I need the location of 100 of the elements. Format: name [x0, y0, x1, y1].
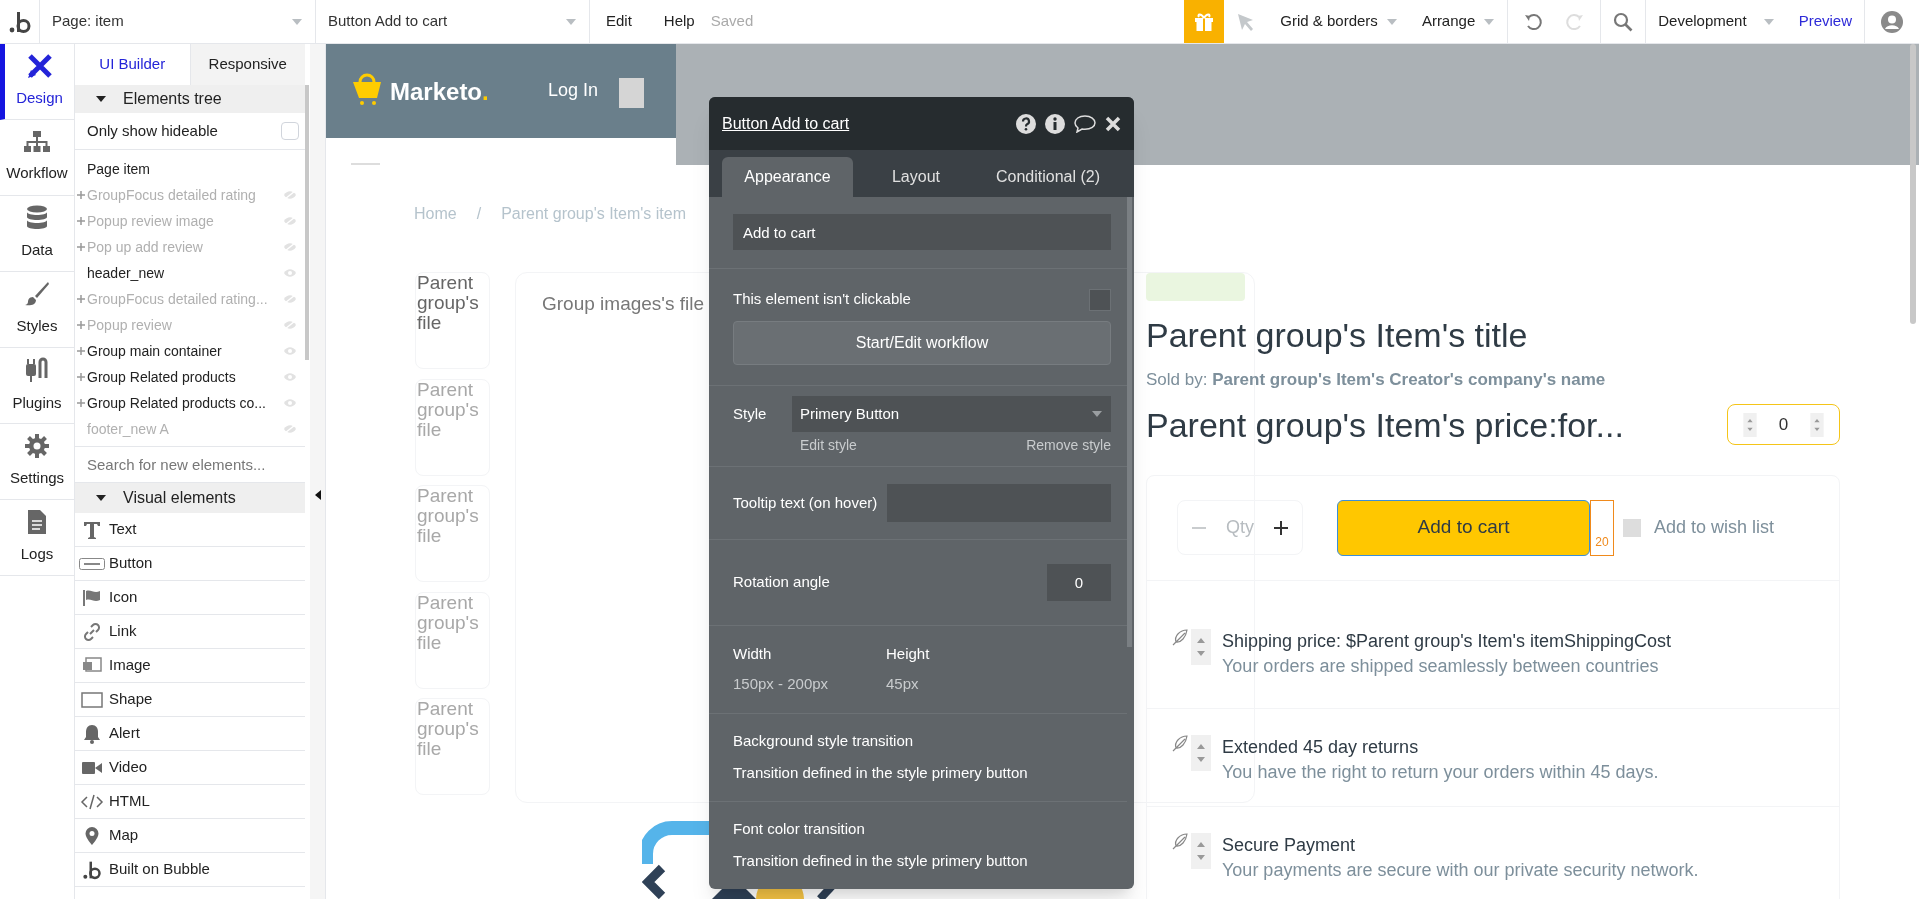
- spinner-arrows-icon[interactable]: [1191, 628, 1211, 665]
- wishlist-label: Add to wish list: [1654, 516, 1775, 539]
- element-item[interactable]: Map: [75, 819, 305, 853]
- undo-icon[interactable]: [1524, 11, 1545, 32]
- sidebar-tab[interactable]: Logs: [0, 500, 74, 576]
- panel-tab[interactable]: Conditional (2): [979, 157, 1118, 197]
- save-status: Saved: [710, 11, 754, 32]
- element-item[interactable]: Link: [75, 615, 305, 649]
- toolbar-dropdown[interactable]: Grid & borders: [1268, 0, 1410, 43]
- tree-item[interactable]: header_new: [75, 262, 283, 284]
- scrollbar[interactable]: [1127, 197, 1132, 647]
- tree-item[interactable]: Group Related products co...: [75, 392, 283, 414]
- number-stepper[interactable]: 0: [1727, 404, 1840, 445]
- caret-icon: [1483, 17, 1496, 26]
- brand-logo[interactable]: Marketo.: [390, 74, 489, 110]
- environment-dropdown[interactable]: Development: [1646, 0, 1787, 43]
- element-item[interactable]: HTML: [75, 785, 305, 819]
- add-to-cart-button[interactable]: Add to cart: [1337, 499, 1590, 556]
- plus-icon[interactable]: [1274, 520, 1288, 535]
- close-icon[interactable]: [1105, 115, 1121, 132]
- tree-item[interactable]: Page item: [87, 158, 151, 180]
- feather-icon: [1171, 628, 1189, 647]
- link-icon: [82, 621, 102, 642]
- scrollbar[interactable]: [1910, 44, 1916, 324]
- checkbox[interactable]: [1623, 518, 1641, 537]
- redo-icon[interactable]: [1564, 11, 1585, 32]
- caret-icon: [1385, 17, 1398, 26]
- element-item[interactable]: Image: [75, 649, 305, 683]
- bubble-logo-icon: [82, 859, 102, 880]
- caret-icon: [1762, 17, 1775, 26]
- caret-icon: [565, 17, 577, 26]
- video-camera-icon: [81, 759, 103, 776]
- seller-text: Sold by: Parent group's Item's Creator's company's name: [1146, 369, 1607, 391]
- field-label: Background style transition: [733, 730, 915, 751]
- text-field[interactable]: Add to cart: [733, 214, 1111, 251]
- element-item[interactable]: Video: [75, 751, 305, 785]
- sidebar-tab[interactable]: Styles: [0, 272, 74, 348]
- sidebar-tab[interactable]: Settings: [0, 424, 74, 500]
- hierarchy-icon: [23, 130, 51, 155]
- sidebar-tab[interactable]: Data: [0, 196, 74, 272]
- scrollbar[interactable]: [305, 85, 309, 360]
- minus-icon[interactable]: [1192, 526, 1206, 529]
- filter-label: Only show hideable: [87, 120, 218, 141]
- element-item[interactable]: Button: [75, 547, 305, 581]
- image-icon: [82, 656, 102, 675]
- menu-item[interactable]: Help: [663, 10, 695, 33]
- tree-item[interactable]: Group Related products: [75, 366, 283, 388]
- panel-tab[interactable]: Layout: [861, 157, 971, 197]
- login-link[interactable]: Log In: [548, 77, 599, 104]
- sidebar-tab[interactable]: Plugins: [0, 348, 74, 424]
- preview-link[interactable]: Preview: [1786, 0, 1865, 43]
- spinner-arrows-icon[interactable]: [1807, 412, 1827, 437]
- element-item[interactable]: Alert: [75, 717, 305, 751]
- panel-title[interactable]: Button Add to cart: [722, 111, 850, 136]
- element-item[interactable]: Text: [75, 513, 305, 547]
- remove-style-link[interactable]: Remove style: [1026, 434, 1111, 456]
- element-item[interactable]: Built on Bubble: [75, 853, 305, 887]
- element-item[interactable]: Icon: [75, 581, 305, 615]
- edit-style-link[interactable]: Edit style: [792, 434, 857, 456]
- info-icon[interactable]: [1045, 113, 1065, 134]
- rotation-field[interactable]: 0: [1047, 563, 1111, 601]
- spinner-arrows-icon[interactable]: [1740, 412, 1760, 437]
- field-value: Transition defined in the style primery button: [733, 763, 1029, 784]
- brush-icon: [24, 281, 50, 308]
- field-label: Rotation angle: [733, 572, 830, 593]
- workflow-button[interactable]: Start/Edit workflow: [733, 321, 1111, 365]
- image-label: Group images's file: [542, 292, 705, 316]
- rectangle-icon: [81, 691, 103, 708]
- search-field[interactable]: Search for new elements...: [75, 447, 305, 483]
- image-thumbnail[interactable]: Parent group's file: [415, 272, 490, 369]
- element-dropdown[interactable]: Button Add to cart: [316, 0, 590, 43]
- bubble-logo-icon[interactable]: [8, 9, 31, 34]
- avatar-icon[interactable]: [1881, 10, 1903, 33]
- spinner-arrows-icon[interactable]: [1191, 832, 1211, 869]
- triangle-icon[interactable]: [95, 494, 107, 502]
- caret-icon: [1091, 409, 1103, 418]
- sidebar-tab[interactable]: Workflow: [0, 120, 74, 196]
- help-icon[interactable]: [1016, 113, 1036, 134]
- panel-tab[interactable]: Appearance: [722, 157, 853, 197]
- panel-tab[interactable]: Responsive: [189, 44, 305, 85]
- feather-icon: [1171, 832, 1189, 851]
- menu-item[interactable]: Edit: [606, 10, 632, 33]
- checkbox[interactable]: [1089, 288, 1111, 311]
- toolbar-dropdown[interactable]: Arrange: [1409, 0, 1508, 43]
- gift-button[interactable]: [1184, 0, 1225, 43]
- feature-text: Your payments are secure with our private security network.: [1222, 858, 1699, 882]
- search-icon[interactable]: [1613, 11, 1634, 32]
- flag-icon: [82, 588, 102, 607]
- triangle-icon[interactable]: [95, 95, 107, 103]
- field-label: Tooltip text (on hover): [733, 492, 878, 513]
- field-label: Height: [886, 643, 931, 664]
- comment-icon[interactable]: [1074, 114, 1096, 133]
- style-dropdown[interactable]: Primery Button: [792, 395, 1111, 432]
- field-value: 45px: [886, 674, 920, 695]
- tree-item[interactable]: Group main container: [75, 340, 283, 362]
- field-label: Font color transition: [733, 818, 866, 839]
- spinner-arrows-icon[interactable]: [1191, 734, 1211, 771]
- collapse-arrow-icon[interactable]: [314, 490, 321, 500]
- element-item[interactable]: Shape: [75, 683, 305, 717]
- page-dropdown[interactable]: Page: item: [40, 0, 316, 43]
